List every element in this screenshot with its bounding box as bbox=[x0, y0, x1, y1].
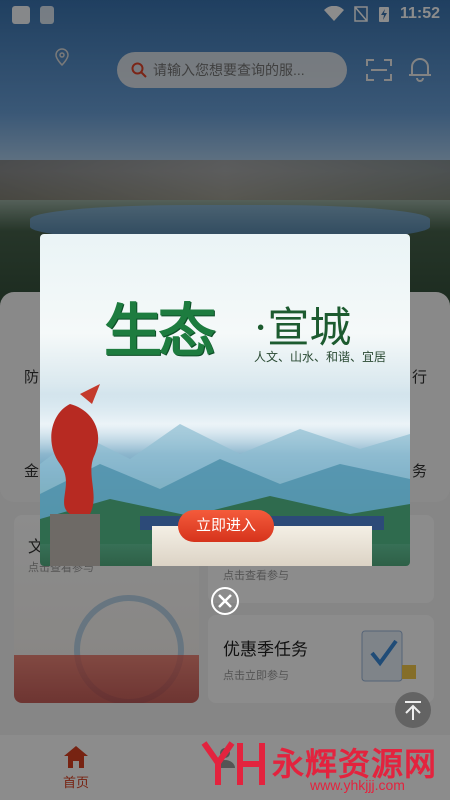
promo-title-city: ·宣城 bbox=[254, 303, 352, 352]
close-icon[interactable] bbox=[210, 586, 240, 616]
dragon-statue-illustration bbox=[50, 384, 100, 566]
watermark-url: www.yhkjjj.com bbox=[310, 777, 405, 793]
promo-title-main: 生态 bbox=[104, 297, 216, 365]
watermark-logo-icon bbox=[201, 741, 265, 785]
enter-now-button[interactable]: 立即进入 bbox=[178, 510, 274, 542]
promo-modal[interactable]: 生态 ·宣城 人文、山水、和谐、宜居 立即进入 bbox=[40, 234, 410, 566]
promo-subtitle: 人文、山水、和谐、宜居 bbox=[254, 350, 387, 364]
back-to-top-button[interactable] bbox=[395, 692, 431, 728]
arrow-up-icon bbox=[405, 701, 421, 720]
watermark: 永辉资源网 www.yhkjjj.com bbox=[200, 735, 450, 795]
